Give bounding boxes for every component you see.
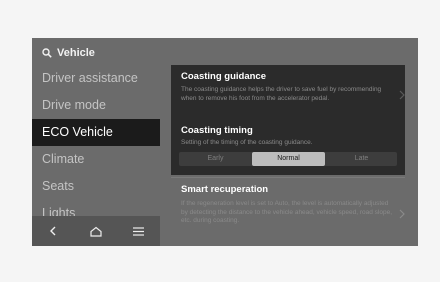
search-icon — [42, 48, 52, 58]
sidebar-item-climate[interactable]: Climate — [32, 146, 160, 173]
sidebar-item-eco-vehicle[interactable]: ECO Vehicle — [32, 119, 160, 146]
settings-content: Coasting guidance The coasting guidance … — [160, 38, 418, 246]
coasting-timing-selector: Early Normal Late — [179, 152, 397, 166]
sidebar-item-drive-mode[interactable]: Drive mode — [32, 92, 160, 119]
coasting-timing-description: Setting of the timing of the coasting gu… — [181, 139, 313, 146]
bottom-nav-bar — [32, 216, 160, 246]
header-title: Vehicle — [57, 47, 95, 59]
coasting-guidance-description: The coasting guidance helps the driver t… — [181, 86, 382, 102]
menu-icon[interactable] — [129, 221, 149, 241]
sidebar-item-seats[interactable]: Seats — [32, 173, 160, 200]
section-divider — [171, 177, 405, 178]
coasting-guidance-title[interactable]: Coasting guidance — [181, 71, 266, 82]
search-header[interactable]: Vehicle — [42, 45, 95, 61]
smart-recuperation-description: If the regeneration level is set to Auto… — [181, 200, 393, 224]
coasting-timing-title: Coasting timing — [181, 125, 253, 136]
smart-recuperation-title[interactable]: Smart recuperation — [181, 184, 268, 195]
sidebar-item-driver-assistance[interactable]: Driver assistance — [32, 65, 160, 92]
option-early[interactable]: Early — [179, 152, 252, 166]
sidebar: Vehicle Driver assistance Drive mode ECO… — [32, 38, 160, 246]
sidebar-item-lights[interactable]: Lights — [32, 200, 160, 216]
option-late[interactable]: Late — [325, 152, 398, 166]
chevron-right-icon[interactable] — [399, 209, 405, 219]
back-arrow-icon[interactable] — [43, 221, 63, 241]
chevron-right-icon[interactable] — [399, 90, 405, 100]
home-icon[interactable] — [86, 221, 106, 241]
infotainment-screen: Vehicle Driver assistance Drive mode ECO… — [32, 38, 418, 246]
option-normal[interactable]: Normal — [252, 152, 325, 166]
